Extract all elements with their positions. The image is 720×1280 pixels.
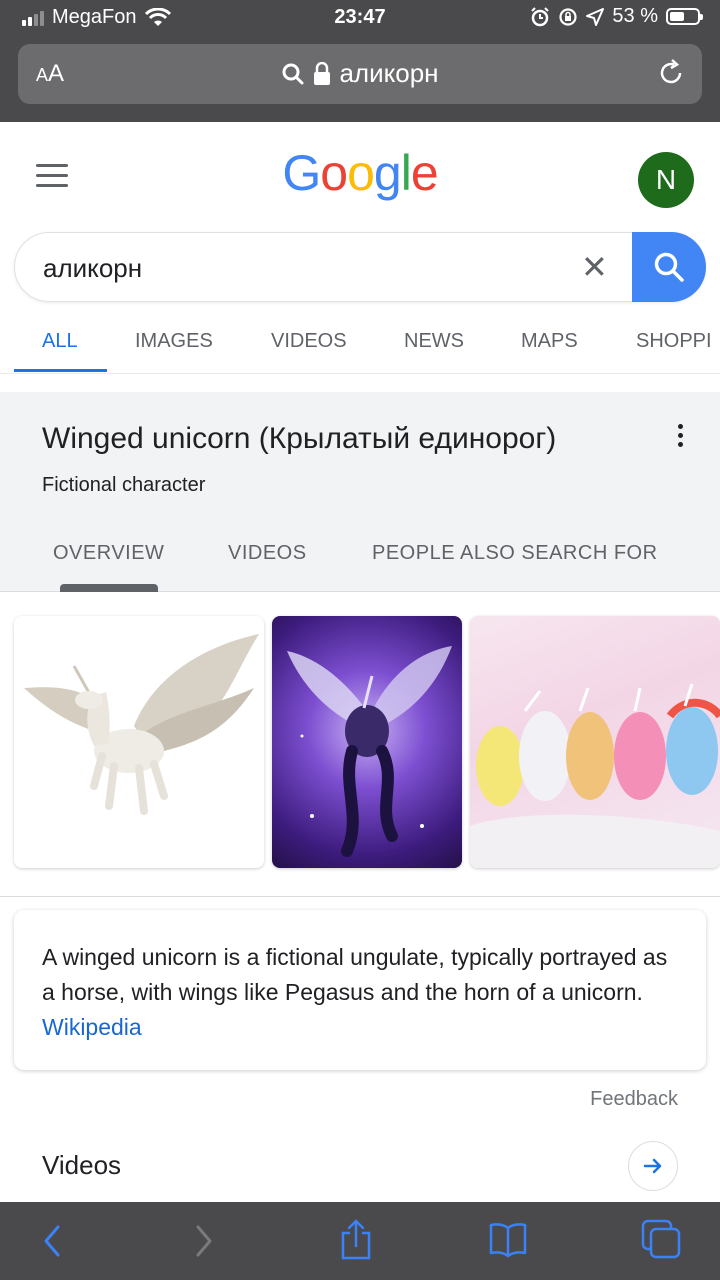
search-button[interactable] (632, 232, 706, 302)
image-strip (0, 616, 720, 868)
videos-heading: Videos (42, 1150, 122, 1180)
active-kp-tab-indicator (60, 584, 158, 592)
kp-tab-people-also-search[interactable]: PEOPLE ALSO SEARCH FOR (372, 542, 658, 565)
forward-icon[interactable] (192, 1222, 216, 1260)
tabs-icon[interactable] (640, 1218, 682, 1260)
clear-icon[interactable]: ✕ (581, 251, 608, 283)
status-bar: MegaFon 23:47 53 % (0, 0, 720, 36)
rotation-lock-icon (559, 7, 578, 26)
image-result-alicorn-group[interactable] (470, 616, 720, 868)
browser-toolbar (0, 1202, 720, 1280)
battery-icon (666, 8, 703, 25)
search-icon (282, 63, 304, 84)
description-body: A winged unicorn is a fictional ungulate… (42, 944, 668, 1005)
logo-letter: G (282, 145, 321, 201)
logo-letter: o (320, 145, 348, 201)
entity-subtitle: Fictional character (42, 474, 206, 496)
logo-letter: e (410, 145, 439, 201)
google-logo[interactable]: Google (0, 144, 720, 202)
battery-percent: 53 % (612, 5, 658, 27)
reload-icon[interactable] (656, 58, 686, 88)
location-icon (586, 7, 605, 26)
tab-shopping[interactable]: SHOPPI (636, 330, 712, 353)
image-result-winged-unicorn-white[interactable] (14, 616, 264, 868)
logo-letter: o (347, 145, 375, 201)
lock-icon (314, 61, 331, 85)
logo-letter: g (373, 145, 402, 201)
search-icon (654, 252, 684, 282)
entity-title: Winged unicorn (Крылатый единорог) (42, 422, 557, 455)
tab-videos[interactable]: VIDEOS (271, 330, 347, 353)
address-field[interactable]: аликорн (18, 58, 702, 89)
kp-tab-videos[interactable]: VIDEOS (228, 542, 307, 565)
more-options-icon[interactable] (678, 424, 684, 451)
description-card: A winged unicorn is a fictional ungulate… (14, 910, 706, 1070)
videos-more-button[interactable] (628, 1141, 678, 1191)
browser-chrome: MegaFon 23:47 53 % AA аликорн (0, 0, 720, 122)
search-tabs: ALL IMAGES VIDEOS NEWS MAPS SHOPPI (0, 318, 720, 374)
address-text: аликорн (339, 58, 439, 88)
logo-letter: l (400, 145, 412, 201)
back-icon[interactable] (40, 1222, 64, 1260)
tab-news[interactable]: NEWS (404, 330, 464, 353)
tab-maps[interactable]: MAPS (521, 330, 578, 353)
search-input[interactable]: аликорн (43, 253, 142, 284)
image-result-alicorn-purple[interactable] (272, 616, 462, 868)
arrow-right-icon (643, 1158, 662, 1174)
avatar[interactable]: N (638, 152, 694, 208)
tab-images[interactable]: IMAGES (135, 330, 213, 353)
feedback-link[interactable]: Feedback (590, 1088, 678, 1111)
tab-all[interactable]: ALL (42, 330, 78, 353)
divider (0, 896, 720, 897)
kp-tab-overview[interactable]: OVERVIEW (53, 542, 164, 565)
url-bar[interactable]: AA аликорн (18, 44, 702, 104)
alarm-icon (531, 6, 550, 26)
active-tab-indicator (14, 369, 107, 372)
description-text: A winged unicorn is a fictional ungulate… (42, 940, 672, 1045)
share-icon[interactable] (338, 1218, 374, 1260)
bookmarks-icon[interactable] (488, 1220, 528, 1258)
search-box[interactable]: аликорн ✕ (14, 232, 706, 302)
wikipedia-link[interactable]: Wikipedia (42, 1014, 142, 1040)
knowledge-panel: Winged unicorn (Крылатый единорог) Ficti… (0, 392, 720, 592)
